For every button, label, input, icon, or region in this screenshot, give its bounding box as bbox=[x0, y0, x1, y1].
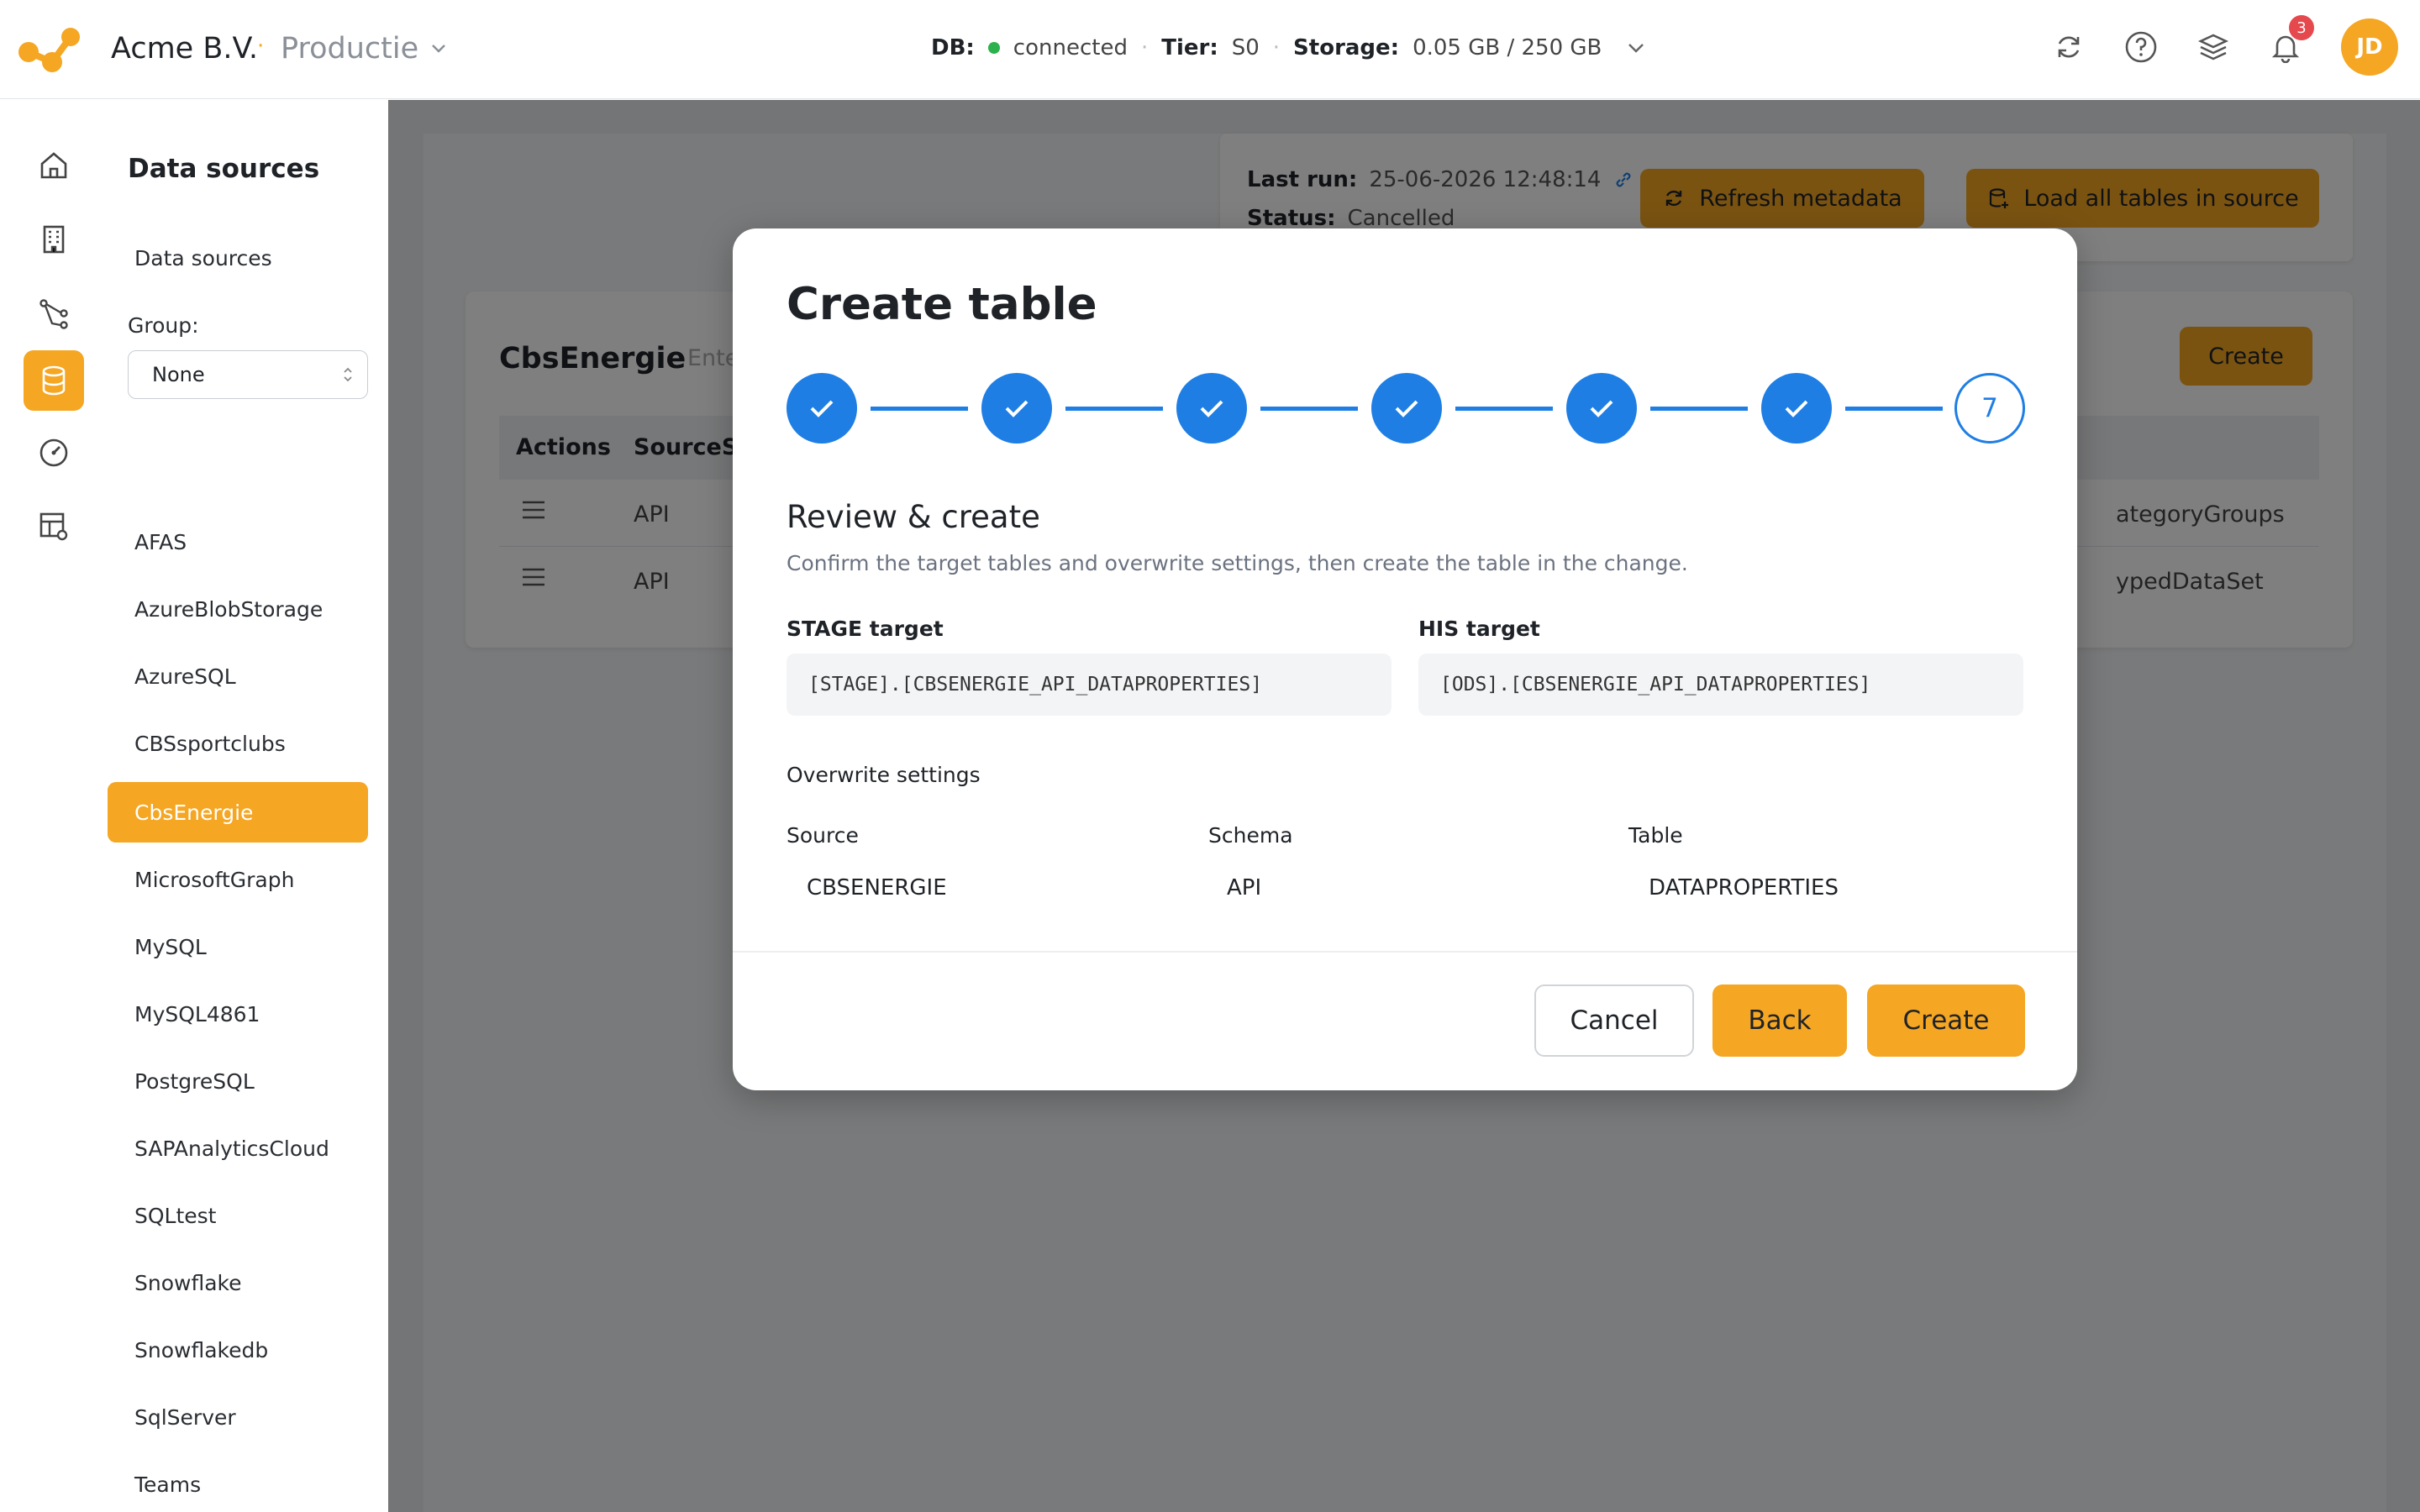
nav-organization[interactable] bbox=[24, 209, 84, 270]
step-6-done[interactable] bbox=[1761, 373, 1832, 444]
source-item-cbsenergie[interactable]: CbsEnergie bbox=[108, 782, 368, 843]
group-select-value: None bbox=[152, 363, 205, 386]
tier-label: Tier: bbox=[1161, 35, 1218, 60]
check-icon bbox=[1200, 400, 1223, 417]
source-item-azuresql[interactable]: AzureSQL bbox=[108, 646, 368, 706]
layers-icon[interactable] bbox=[2196, 30, 2230, 64]
nav-table-settings[interactable] bbox=[24, 496, 84, 557]
wizard-stepper: 7 bbox=[786, 373, 2025, 444]
source-item-mysql[interactable]: MySQL bbox=[108, 916, 368, 977]
step-4-done[interactable] bbox=[1371, 373, 1442, 444]
source-item-azureblobstorage[interactable]: AzureBlobStorage bbox=[108, 579, 368, 639]
notification-badge: 3 bbox=[2289, 15, 2314, 40]
modal-title: Create table bbox=[786, 279, 1097, 330]
step-3-done[interactable] bbox=[1176, 373, 1247, 444]
source-item-postgresql[interactable]: PostgreSQL bbox=[108, 1051, 368, 1111]
user-avatar[interactable]: JD bbox=[2341, 18, 2398, 76]
source-item-sqltest[interactable]: SQLtest bbox=[108, 1185, 368, 1246]
step-connector bbox=[1455, 407, 1553, 411]
storage-label: Storage: bbox=[1293, 35, 1400, 60]
building-icon bbox=[43, 225, 65, 254]
status-separator: · bbox=[1140, 35, 1149, 60]
db-status-value: connected bbox=[1013, 35, 1128, 60]
source-item-sqlserver[interactable]: SqlServer bbox=[108, 1387, 368, 1447]
flow-icon bbox=[39, 299, 68, 329]
section-title: Review & create bbox=[786, 499, 1040, 535]
stage-target-label: STAGE target bbox=[786, 617, 944, 641]
database-icon bbox=[42, 365, 66, 396]
refresh-icon[interactable] bbox=[2052, 30, 2086, 64]
source-item-cbssportclubs[interactable]: CBSsportclubs bbox=[108, 713, 368, 774]
back-button[interactable]: Back bbox=[1712, 984, 1847, 1057]
stage-target-value: [STAGE].[CBSENERGIE_API_DATAPROPERTIES] bbox=[786, 654, 1392, 716]
environment-label: Productie bbox=[281, 32, 419, 66]
gauge-icon bbox=[39, 438, 68, 467]
org-name[interactable]: Acme B.V. bbox=[111, 32, 258, 66]
data-sources-panel: Data sources Data sources Group: None AF… bbox=[108, 100, 388, 1512]
cancel-button[interactable]: Cancel bbox=[1534, 984, 1694, 1057]
step-1-done[interactable] bbox=[786, 373, 857, 444]
db-status-bar: DB: connected · Tier: S0 · Storage: 0.05… bbox=[931, 35, 1645, 60]
connected-dot-icon bbox=[987, 42, 1000, 54]
check-icon bbox=[1005, 400, 1028, 417]
step-5-done[interactable] bbox=[1566, 373, 1637, 444]
status-separator: · bbox=[1272, 35, 1281, 60]
data-sources-link[interactable]: Data sources bbox=[134, 246, 272, 270]
source-item-snowflakedb[interactable]: Snowflakedb bbox=[108, 1320, 368, 1380]
source-item-sapanalyticscloud[interactable]: SAPAnalyticsCloud bbox=[108, 1118, 368, 1179]
check-icon bbox=[1785, 400, 1808, 417]
source-item-mysql4861[interactable]: MySQL4861 bbox=[108, 984, 368, 1044]
nav-monitoring[interactable] bbox=[24, 423, 84, 483]
source-item-snowflake[interactable]: Snowflake bbox=[108, 1252, 368, 1313]
step-connector bbox=[1845, 407, 1943, 411]
overwrite-schema-value[interactable]: API bbox=[1227, 875, 1261, 900]
overwrite-settings-title: Overwrite settings bbox=[786, 763, 981, 787]
home-icon bbox=[40, 152, 67, 179]
header-actions: 3 JD bbox=[2052, 15, 2398, 76]
step-connector bbox=[1260, 407, 1358, 411]
icon-rail bbox=[0, 100, 108, 1512]
db-label: DB: bbox=[931, 35, 975, 60]
app-logo-icon[interactable] bbox=[17, 24, 81, 74]
chevron-down-icon[interactable] bbox=[1627, 42, 1645, 54]
step-connector bbox=[1650, 407, 1748, 411]
storage-value: 0.05 GB / 250 GB bbox=[1413, 35, 1602, 60]
overwrite-col-table: Table bbox=[1628, 823, 1683, 848]
check-icon bbox=[1590, 400, 1613, 417]
source-item-microsoftgraph[interactable]: MicrosoftGraph bbox=[108, 849, 368, 910]
overwrite-col-source: Source bbox=[786, 823, 859, 848]
chevron-down-icon bbox=[432, 45, 446, 53]
environment-selector[interactable]: Productie bbox=[281, 32, 447, 66]
updown-chevron-icon bbox=[344, 367, 352, 382]
step-7-current[interactable]: 7 bbox=[1954, 373, 2025, 444]
create-button[interactable]: Create bbox=[1867, 984, 2025, 1057]
check-icon bbox=[810, 400, 834, 417]
step-connector bbox=[871, 407, 968, 411]
source-item-afas[interactable]: AFAS bbox=[108, 512, 368, 572]
group-select[interactable]: None bbox=[128, 350, 368, 399]
nav-home[interactable] bbox=[24, 135, 84, 196]
section-description: Confirm the target tables and overwrite … bbox=[786, 551, 1688, 575]
his-target-label: HIS target bbox=[1418, 617, 1540, 641]
modal-footer-divider bbox=[733, 951, 2077, 953]
step-connector bbox=[1065, 407, 1163, 411]
group-label: Group: bbox=[128, 313, 199, 338]
his-target-value: [ODS].[CBSENERGIE_API_DATAPROPERTIES] bbox=[1418, 654, 2023, 716]
create-table-modal: Create table 7 Review & create Confirm t… bbox=[733, 228, 2077, 1090]
bell-icon[interactable]: 3 bbox=[2269, 15, 2314, 64]
top-bar: Acme B.V. · Productie DB: connected · Ti… bbox=[0, 0, 2420, 99]
org-env-separator: · bbox=[257, 34, 265, 59]
help-icon[interactable] bbox=[2124, 30, 2158, 64]
table-settings-icon bbox=[39, 512, 68, 541]
overwrite-source-value[interactable]: CBSENERGIE bbox=[807, 875, 947, 900]
step-2-done[interactable] bbox=[981, 373, 1052, 444]
nav-data-sources[interactable] bbox=[24, 350, 84, 411]
tier-value: S0 bbox=[1231, 35, 1260, 60]
panel-title: Data sources bbox=[128, 154, 320, 184]
nav-pipelines[interactable] bbox=[24, 283, 84, 344]
check-icon bbox=[1395, 400, 1418, 417]
overwrite-col-schema: Schema bbox=[1208, 823, 1293, 848]
source-item-teams[interactable]: Teams bbox=[108, 1454, 368, 1512]
overwrite-table-value[interactable]: DATAPROPERTIES bbox=[1649, 875, 1839, 900]
